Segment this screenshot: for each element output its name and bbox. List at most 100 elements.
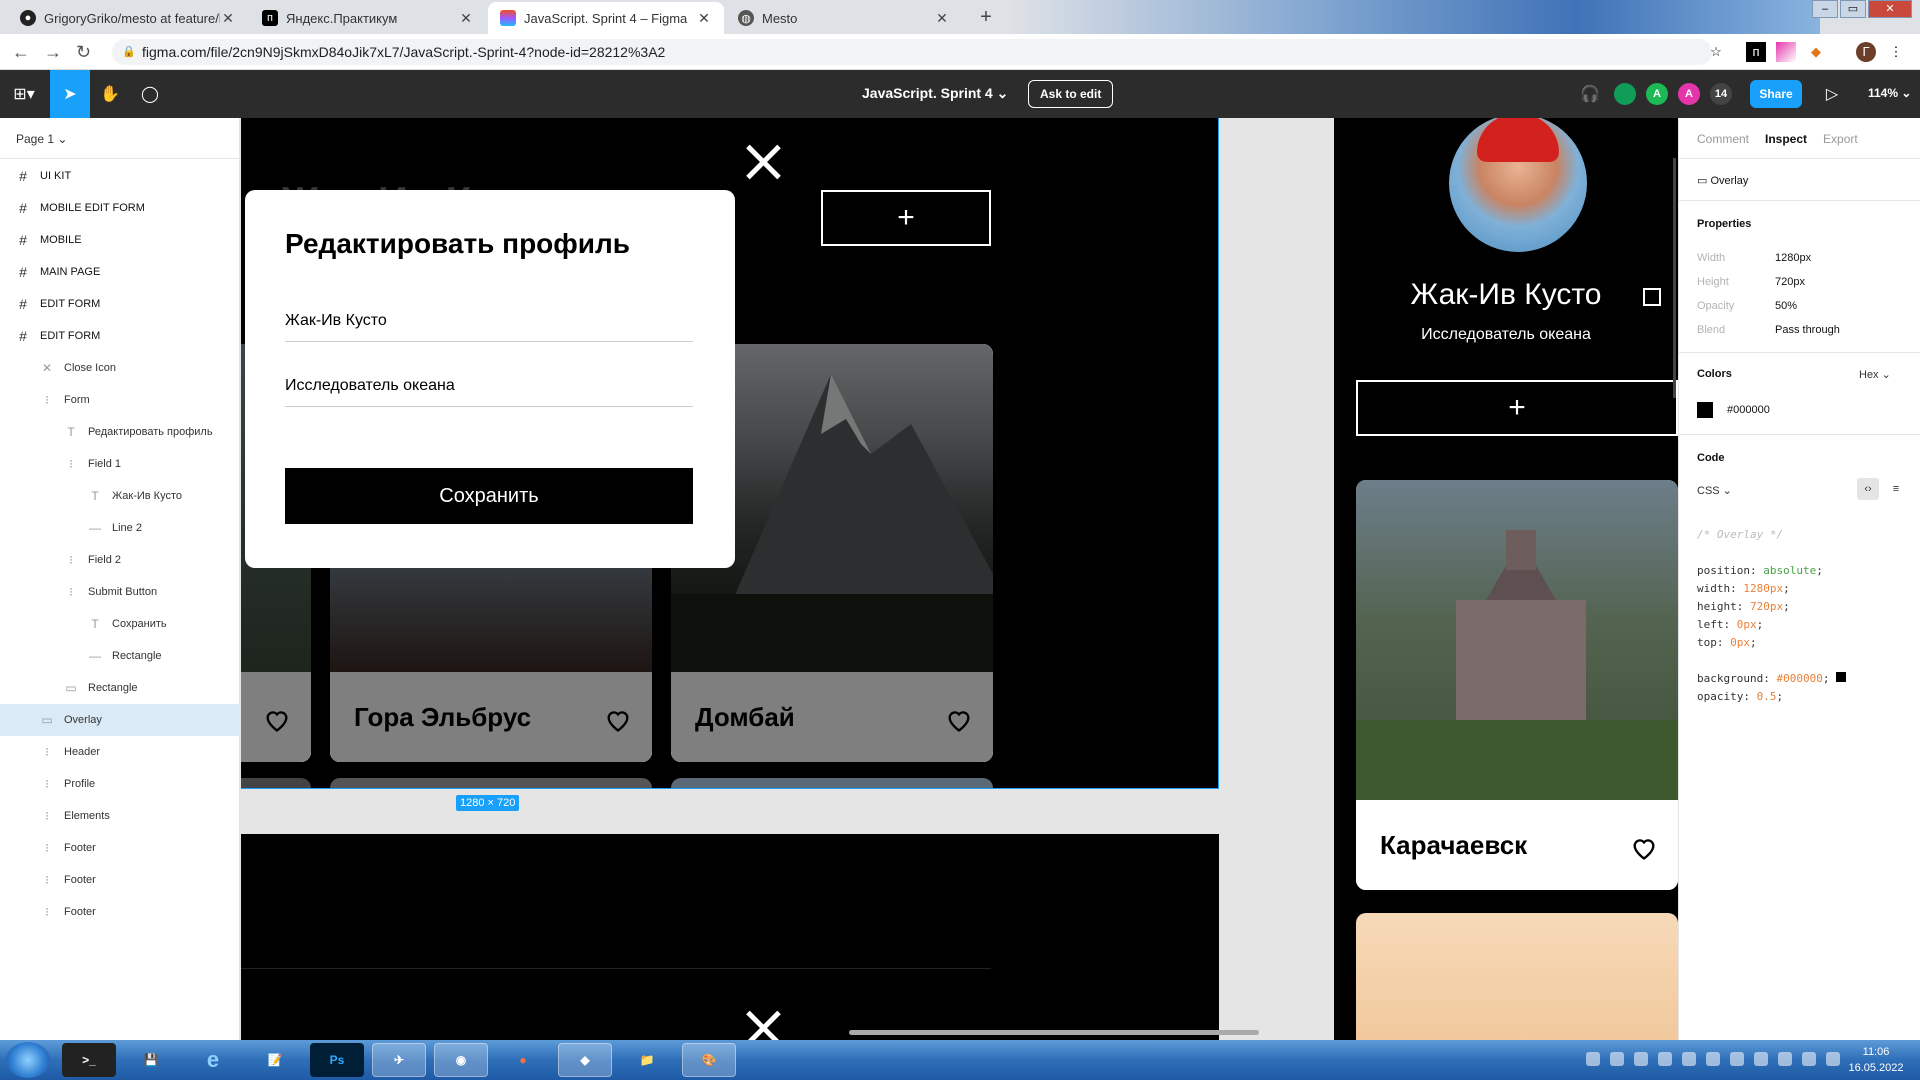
code-view-icon[interactable]: ‹› (1857, 478, 1879, 500)
move-tool-icon[interactable]: ➤ (50, 70, 90, 118)
layer-item[interactable]: ⁝ Footer (0, 864, 240, 896)
browser-tab-practicum[interactable]: п Яндекс.Практикум ✕ (250, 2, 486, 34)
layer-item[interactable]: # UI KIT (0, 160, 240, 192)
chrome-icon[interactable]: ◉ (434, 1043, 488, 1077)
canvas-scrollbar[interactable] (849, 1030, 1259, 1035)
tray-icon[interactable] (1730, 1052, 1744, 1066)
telegram-icon[interactable]: ✈ (372, 1043, 426, 1077)
layer-item[interactable]: ⁝ Footer (0, 832, 240, 864)
comment-tool-icon[interactable]: ◯ (130, 70, 170, 118)
zoom-dropdown[interactable]: 114% ⌄ (1868, 86, 1911, 100)
tray-icon[interactable] (1610, 1052, 1624, 1066)
bookmark-star-icon[interactable]: ☆ (1706, 42, 1726, 62)
layer-item[interactable]: ⁝ Form (0, 384, 240, 416)
layer-item[interactable]: ⁝ Header (0, 736, 240, 768)
save-button[interactable]: Сохранить (285, 468, 693, 524)
layer-item[interactable]: # MOBILE (0, 224, 240, 256)
layer-item[interactable]: — Rectangle (0, 640, 240, 672)
layer-item[interactable]: # EDIT FORM (0, 288, 240, 320)
tab-comment[interactable]: Comment (1697, 132, 1749, 146)
reload-icon[interactable]: ↻ (76, 42, 91, 63)
tray-icon[interactable] (1682, 1052, 1696, 1066)
layer-item[interactable]: ⁝ Field 2 (0, 544, 240, 576)
new-tab-button[interactable]: + (972, 6, 1000, 28)
close-tab-icon[interactable]: ✕ (696, 10, 712, 27)
tray-icon[interactable] (1658, 1052, 1672, 1066)
internet-explorer-icon[interactable]: e (186, 1043, 240, 1077)
back-icon[interactable]: ← (12, 42, 30, 63)
clock[interactable]: 11:06 16.05.2022 (1836, 1044, 1916, 1076)
tray-icon[interactable] (1778, 1052, 1792, 1066)
tray-icon[interactable] (1634, 1052, 1648, 1066)
close-tab-icon[interactable]: ✕ (458, 10, 474, 27)
minimize-button[interactable]: – (1812, 0, 1838, 18)
list-view-icon[interactable]: ≡ (1885, 478, 1907, 500)
explorer-icon[interactable]: 📁 (620, 1043, 674, 1077)
tray-icon[interactable] (1754, 1052, 1768, 1066)
browser-tab-figma[interactable]: JavaScript. Sprint 4 – Figma ✕ (488, 2, 724, 34)
page-selector[interactable]: Page 1 ⌄ (16, 132, 67, 146)
close-icon[interactable] (743, 1008, 783, 1040)
css-code-block[interactable]: /* Overlay */ position: absolute; width:… (1697, 526, 1847, 706)
layer-item[interactable]: # MOBILE EDIT FORM (0, 192, 240, 224)
cmd-icon[interactable]: >_ (62, 1043, 116, 1077)
browser-tab-mesto[interactable]: ◍ Mesto ✕ (726, 2, 962, 34)
job-field[interactable]: Исследователь океана (285, 377, 693, 407)
extension-icon[interactable] (1776, 42, 1796, 62)
tab-inspect[interactable]: Inspect (1765, 132, 1807, 146)
ask-to-edit-button[interactable]: Ask to edit (1028, 80, 1114, 108)
avatar[interactable] (1614, 83, 1636, 105)
layer-item[interactable]: — Line 2 (0, 512, 240, 544)
browser-menu-icon[interactable]: ⋮ (1886, 42, 1906, 62)
code-language-dropdown[interactable]: CSS ⌄ (1697, 484, 1732, 497)
figma-menu-icon[interactable]: ⊞▾ (4, 70, 44, 118)
color-swatch[interactable] (1697, 402, 1713, 418)
notepad-icon[interactable]: 📝 (248, 1043, 302, 1077)
close-icon[interactable] (743, 142, 783, 182)
avatar[interactable]: A (1678, 83, 1700, 105)
browser-tab-github[interactable]: ● GrigoryGriko/mesto at feature/he ✕ (8, 2, 248, 34)
layer-item[interactable]: # EDIT FORM (0, 320, 240, 352)
layer-item[interactable]: ⁝ Field 1 (0, 448, 240, 480)
layer-item[interactable]: T Жак-Ив Кусто (0, 480, 240, 512)
canvas[interactable]: Жак-Ив Кусто + Гора Эльбрус Домбай (241, 118, 1678, 1040)
layer-item[interactable]: ▭ Overlay (0, 704, 240, 736)
edit-form-frame-2[interactable] (241, 834, 1219, 1040)
layer-item[interactable]: # MAIN PAGE (0, 256, 240, 288)
tray-icon[interactable] (1706, 1052, 1720, 1066)
color-hex[interactable]: #000000 (1727, 404, 1770, 416)
share-button[interactable]: Share (1750, 80, 1802, 108)
forward-icon[interactable]: → (44, 42, 62, 63)
save-icon[interactable]: 💾 (124, 1043, 178, 1077)
name-field[interactable]: Жак-Ив Кусто (285, 312, 693, 342)
color-format-dropdown[interactable]: Hex ⌄ (1859, 368, 1891, 381)
metamask-icon[interactable]: ◆ (1806, 42, 1826, 62)
layer-item[interactable]: ⁝ Elements (0, 800, 240, 832)
firefox-icon[interactable]: ● (496, 1043, 550, 1077)
maximize-button[interactable]: ▭ (1840, 0, 1866, 18)
layer-item[interactable]: ▭ Rectangle (0, 672, 240, 704)
tray-icon[interactable] (1802, 1052, 1816, 1066)
tray-icon[interactable] (1586, 1052, 1600, 1066)
edit-form-frame[interactable]: Жак-Ив Кусто + Гора Эльбрус Домбай (241, 118, 1219, 789)
layer-item[interactable]: T Сохранить (0, 608, 240, 640)
paint-icon[interactable]: 🎨 (682, 1043, 736, 1077)
url-field[interactable]: 🔒 figma.com/file/2cn9N9jSkmxD84oJik7xL7/… (112, 39, 1712, 65)
tab-export[interactable]: Export (1823, 132, 1858, 146)
avatar[interactable]: A (1646, 83, 1668, 105)
close-tab-icon[interactable]: ✕ (220, 10, 236, 27)
mobile-frame[interactable]: Жак-Ив Кусто Исследователь океана + Кара… (1334, 118, 1678, 1040)
close-window-button[interactable]: ✕ (1868, 0, 1912, 18)
avatar-count[interactable]: 14 (1710, 83, 1732, 105)
present-play-icon[interactable]: ▷ (1812, 70, 1852, 118)
hand-tool-icon[interactable]: ✋ (90, 70, 130, 118)
app-icon[interactable]: ◆ (558, 1043, 612, 1077)
practicum-extension-icon[interactable]: п (1746, 42, 1766, 62)
audio-headphones-icon[interactable]: 🎧 (1570, 70, 1610, 118)
layer-item[interactable]: T Редактировать профиль (0, 416, 240, 448)
layer-item[interactable]: ✕ Close Icon (0, 352, 240, 384)
layer-item[interactable]: ⁝ Footer (0, 896, 240, 928)
start-button[interactable] (6, 1042, 50, 1078)
photoshop-icon[interactable]: Ps (310, 1043, 364, 1077)
file-title[interactable]: JavaScript. Sprint 4 ⌄ (862, 85, 1008, 102)
